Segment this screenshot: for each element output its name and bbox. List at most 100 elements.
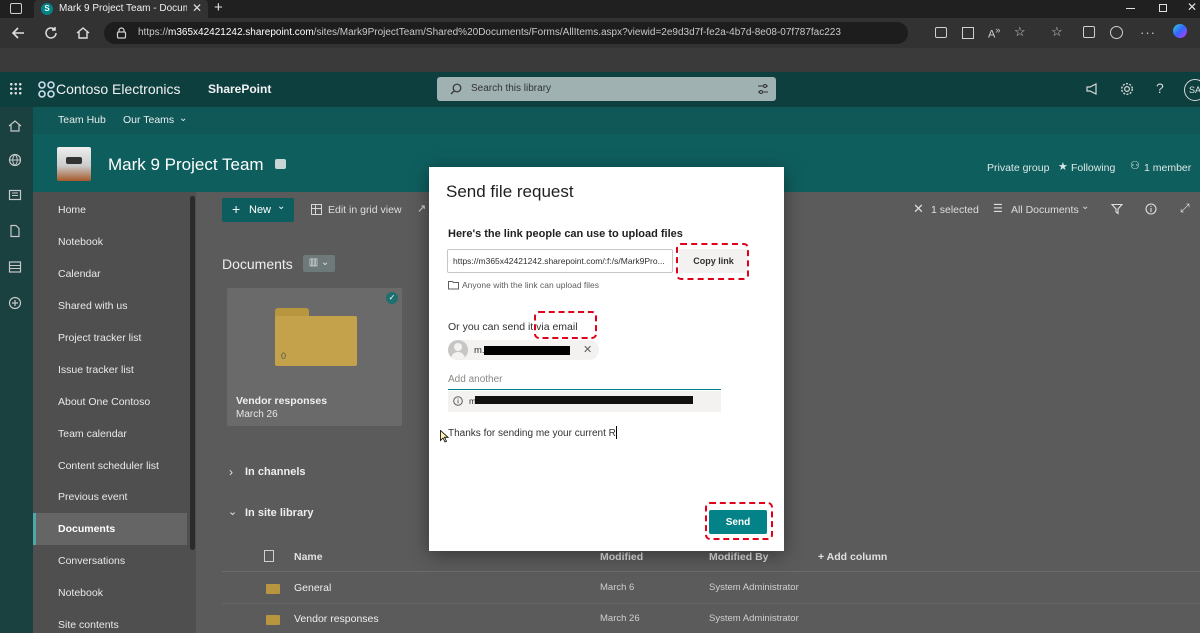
filter-icon[interactable] (1111, 203, 1123, 215)
window-close-icon[interactable]: ✕ (1187, 0, 1197, 14)
table-row[interactable]: Vendor responses March 26 System Adminis… (222, 604, 1200, 633)
url-text: https://m365x42421242.sharepoint.com/sit… (138, 27, 841, 38)
nav-conversations[interactable]: Conversations (58, 555, 125, 567)
org-name[interactable]: Contoso Electronics (56, 81, 181, 97)
site-logo[interactable] (57, 147, 91, 181)
add-column-button[interactable]: + Add column (818, 551, 887, 563)
folder-card[interactable]: 0 ✓ Vendor responses March 26 (227, 288, 402, 426)
expand-icon[interactable]: ⤢ (1180, 201, 1190, 216)
new-tab-icon[interactable]: + (214, 0, 223, 16)
browser-tab-title: Mark 9 Project Team - Documen (59, 3, 187, 14)
edit-grid-button[interactable]: Edit in grid view (328, 204, 402, 216)
profile-icon[interactable] (1110, 26, 1123, 39)
extensions-icon[interactable] (962, 27, 974, 39)
table-row[interactable]: General March 6 System Administrator (222, 573, 1200, 604)
deselect-close-icon[interactable]: ✕ (913, 201, 924, 217)
nav-home[interactable]: Home (58, 204, 86, 216)
nav-notebook[interactable]: Notebook (58, 236, 103, 248)
app-rail (0, 107, 33, 633)
left-nav-scrollbar[interactable] (190, 196, 195, 550)
app-available-icon[interactable] (935, 27, 947, 38)
nav-content-scheduler[interactable]: Content scheduler list (58, 460, 159, 472)
read-aloud-icon[interactable]: A» (988, 25, 1000, 41)
hub-nav-team-hub[interactable]: Team Hub (58, 114, 106, 126)
share-icon[interactable]: ↗ (417, 202, 426, 215)
filter-sliders-icon[interactable] (757, 83, 769, 95)
in-site-library-header[interactable]: In site library (245, 507, 313, 519)
nav-site-contents[interactable]: Site contents (58, 619, 119, 631)
message-text[interactable]: Thanks for sending me your current R (448, 428, 616, 439)
file-type-icon[interactable] (264, 550, 274, 562)
rail-lists-icon[interactable] (8, 260, 22, 274)
nav-about-contoso[interactable]: About One Contoso (58, 396, 150, 408)
row-name[interactable]: General (294, 582, 331, 594)
checkmark-icon[interactable]: ✓ (386, 292, 398, 304)
browser-sidebar-icon[interactable] (10, 3, 22, 14)
maximize-icon[interactable] (1159, 4, 1167, 12)
more-options-icon[interactable]: ··· (1140, 25, 1156, 40)
nav-notebook-2[interactable]: Notebook (58, 587, 103, 599)
nav-calendar[interactable]: Calendar (58, 268, 101, 280)
link-field[interactable]: https://m365x42421242.sharepoint.com/:f:… (447, 249, 673, 273)
rail-globe-icon[interactable] (8, 153, 22, 167)
favorites-icon[interactable]: ☆ (1051, 24, 1063, 40)
nav-project-tracker[interactable]: Project tracker list (58, 332, 141, 344)
column-modified-by[interactable]: Modified By (709, 551, 769, 563)
copilot-icon[interactable] (1173, 24, 1187, 38)
chevron-down-icon[interactable]: ⌄ (228, 505, 237, 518)
new-button[interactable]: + New ⌄ (222, 198, 294, 222)
new-label: New (249, 204, 272, 216)
row-name[interactable]: Vendor responses (294, 613, 379, 625)
avatar[interactable]: SA (1184, 79, 1200, 101)
nav-issue-tracker[interactable]: Issue tracker list (58, 364, 134, 376)
settings-gear-icon[interactable] (1120, 82, 1134, 96)
redacted-recipient (484, 346, 570, 355)
home-icon[interactable] (75, 25, 91, 41)
search-box[interactable]: Search this library (437, 77, 776, 101)
rail-create-icon[interactable] (8, 296, 22, 310)
help-icon[interactable]: ? (1156, 80, 1164, 96)
url-path: /sites/Mark9ProjectTeam/Shared%20Documen… (313, 27, 841, 38)
add-another-input[interactable]: Add another (448, 374, 503, 385)
hub-nav-our-teams[interactable]: Our Teams (123, 114, 174, 126)
text-cursor (616, 426, 617, 439)
site-title[interactable]: Mark 9 Project Team (108, 155, 264, 175)
chevron-right-icon[interactable]: › (229, 465, 233, 479)
rail-news-icon[interactable] (8, 188, 22, 202)
collections-icon[interactable] (1083, 26, 1095, 38)
nav-team-calendar[interactable]: Team calendar (58, 428, 127, 440)
favorite-add-icon[interactable]: ☆ (1014, 24, 1026, 40)
nav-previous-event[interactable]: Previous event (58, 491, 127, 503)
column-modified[interactable]: Modified (600, 551, 643, 563)
minimize-icon[interactable] (1126, 8, 1135, 9)
rail-files-icon[interactable] (8, 224, 22, 238)
rail-home-icon[interactable] (8, 119, 22, 133)
hub-navigation: Team Hub Our Teams ⌄ (33, 107, 1200, 134)
input-underline (448, 389, 721, 390)
view-selector[interactable]: All Documents (1011, 204, 1079, 216)
library-switcher-icon[interactable]: ▥ ⌄ (303, 255, 335, 272)
in-channels-header[interactable]: In channels (245, 466, 306, 478)
address-bar[interactable]: https://m365x42421242.sharepoint.com/sit… (104, 22, 908, 44)
recipient-chip[interactable]: m. ✕ (448, 340, 599, 360)
chevron-down-icon[interactable]: ⌄ (1081, 201, 1089, 212)
info-icon[interactable] (1145, 203, 1157, 215)
back-icon[interactable] (10, 25, 26, 41)
following-button[interactable]: Following (1071, 162, 1115, 174)
star-icon[interactable]: ★ (1058, 160, 1068, 173)
app-launcher-icon[interactable] (9, 82, 22, 95)
nav-documents[interactable]: Documents (58, 523, 115, 535)
members-button[interactable]: 1 member (1144, 162, 1191, 174)
app-name[interactable]: SharePoint (208, 82, 271, 96)
browser-tab[interactable]: S Mark 9 Project Team - Documen ✕ (34, 0, 208, 18)
column-name[interactable]: Name (294, 551, 323, 563)
megaphone-icon[interactable] (1085, 82, 1099, 96)
refresh-icon[interactable] (43, 25, 59, 41)
tab-close-icon[interactable]: ✕ (192, 1, 202, 15)
view-options-icon[interactable]: ☰ (993, 202, 1003, 215)
nav-shared-with-us[interactable]: Shared with us (58, 300, 127, 312)
teams-icon[interactable] (275, 159, 286, 169)
chevron-down-icon[interactable]: ⌄ (179, 113, 187, 124)
plus-icon: + (232, 201, 241, 217)
remove-recipient-icon[interactable]: ✕ (583, 343, 592, 356)
